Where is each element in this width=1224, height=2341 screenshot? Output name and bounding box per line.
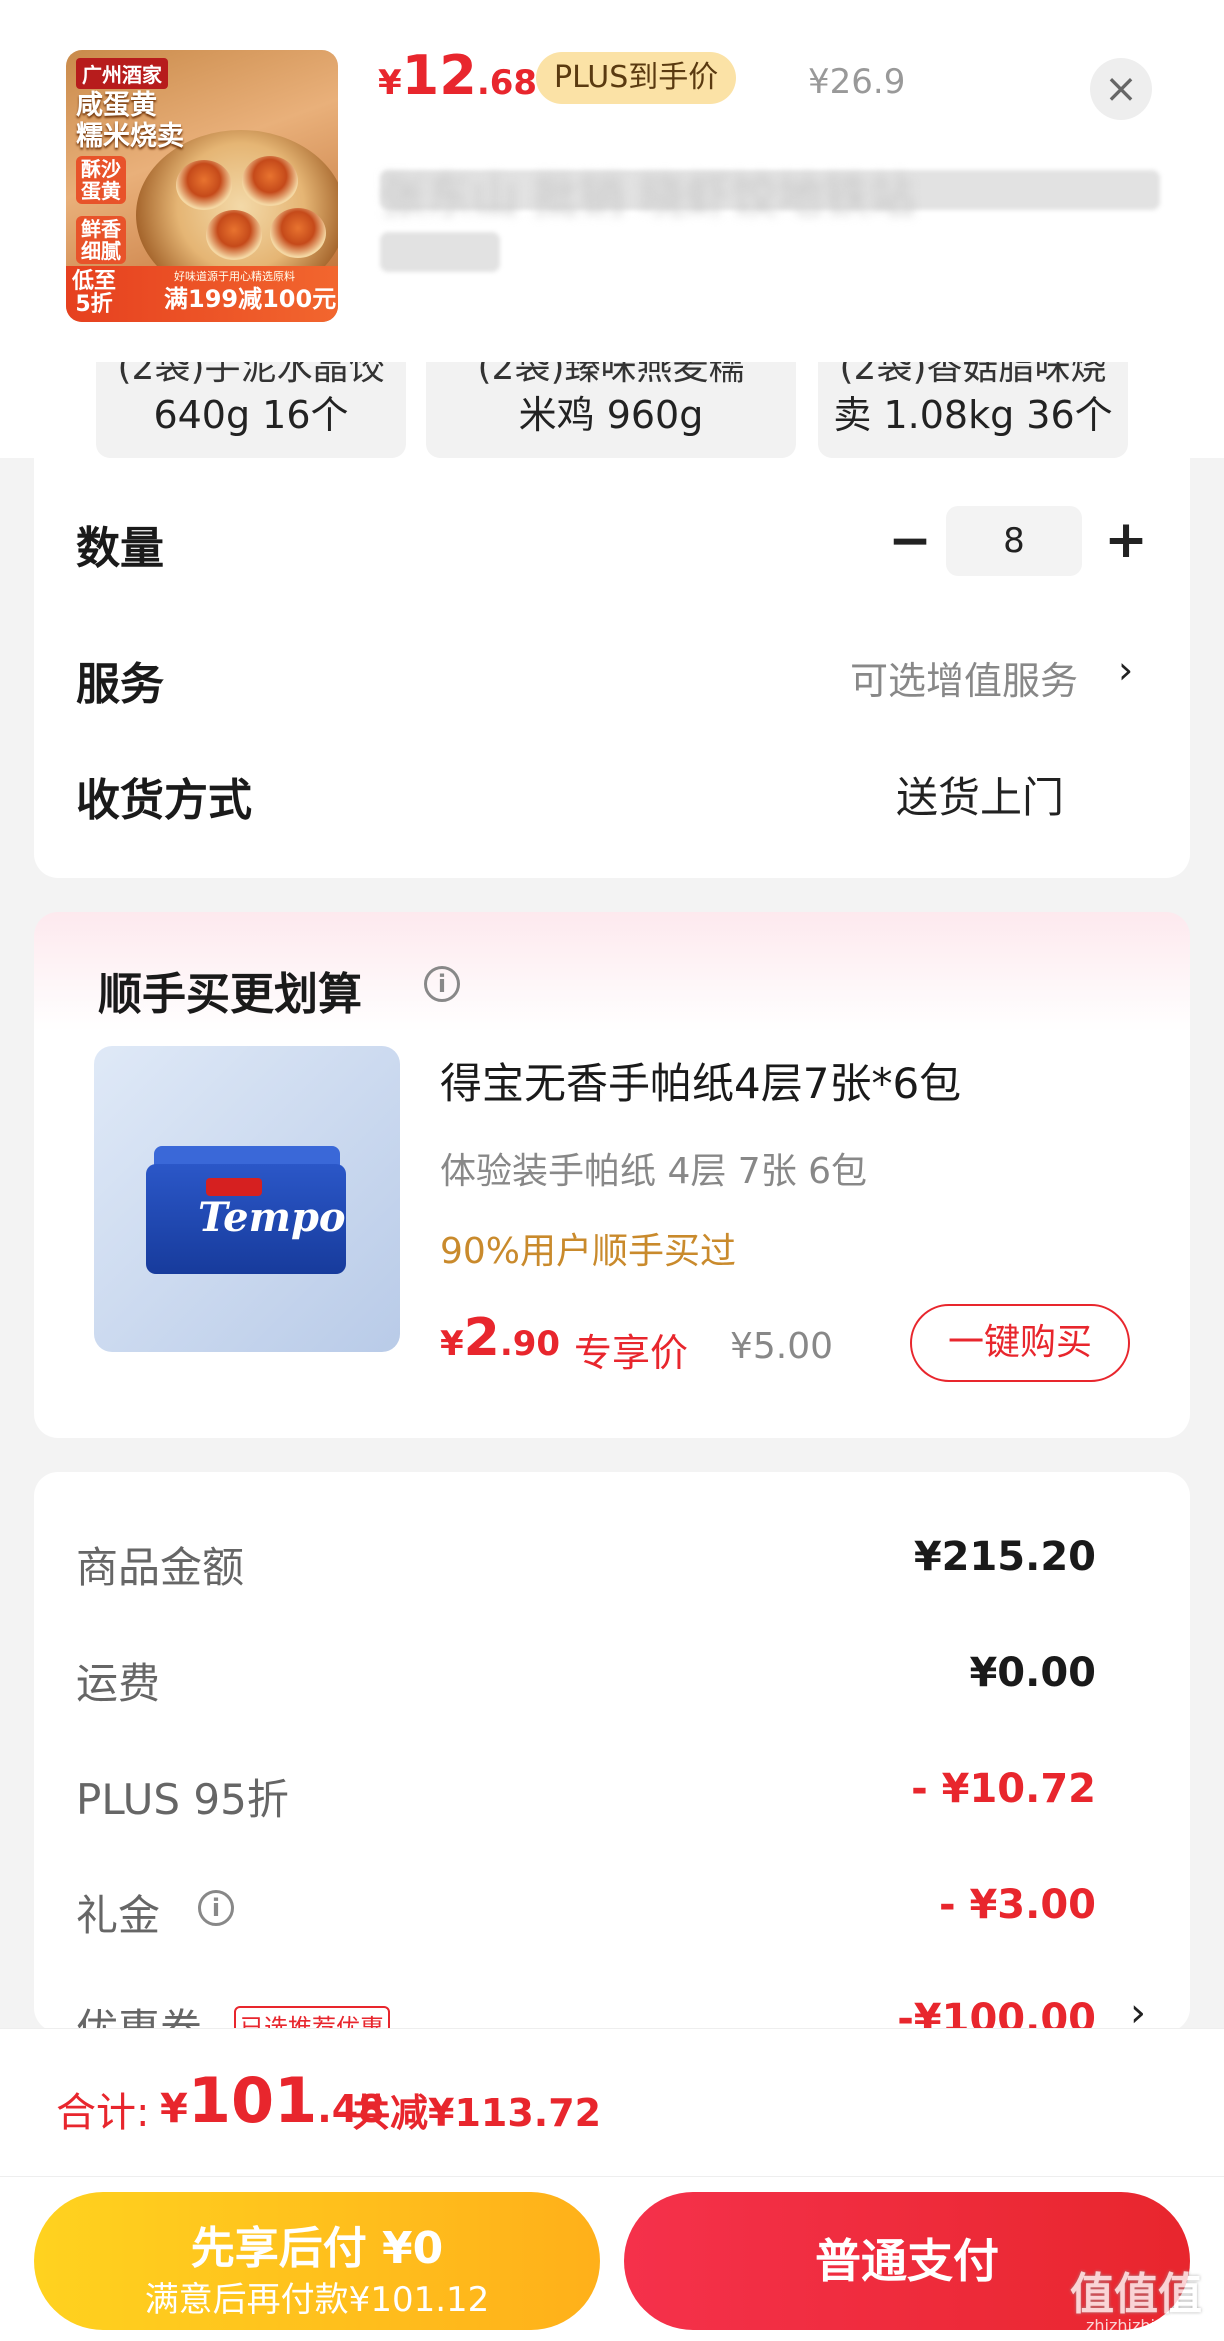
info-icon[interactable]: i [424, 966, 460, 1002]
summary-value-gift-money: - ¥3.00 [938, 1882, 1096, 1928]
thumb-tag: 鲜香 细腻 [76, 216, 126, 264]
delivery-method[interactable]: 送货上门 [896, 764, 1064, 825]
addon-title: 顺手买更划算 [98, 969, 362, 1020]
shumai-image [242, 156, 298, 206]
service-label: 服务 [76, 659, 164, 710]
service-selector[interactable]: 可选增值服务 [850, 650, 1078, 705]
addon-exclusive-label: 专享价 [574, 1331, 689, 1375]
info-icon[interactable]: i [198, 1890, 234, 1926]
product-header: 广州酒家 咸蛋黄 糯米烧卖 酥沙 蛋黄 鲜香 细腻 好味道源于用心精选原料 低至… [0, 0, 1224, 362]
one-click-buy-button[interactable]: 一键购买 [910, 1304, 1130, 1382]
thumb-title-line1: 咸蛋黄 [76, 90, 157, 121]
price-integer: 2 [463, 1308, 500, 1368]
summary-label-subtotal: 商品金额 [76, 1543, 245, 1592]
site-watermark: 值值值 [1070, 2269, 1202, 2320]
thumb-tag-line2: 细腻 [81, 239, 121, 263]
variant-line2: 640g 16个 [153, 393, 349, 437]
summary-value-subtotal: ¥215.20 [913, 1534, 1096, 1580]
total-integer: 101 [187, 2064, 318, 2137]
summary-value-plus-discount: - ¥10.72 [911, 1766, 1096, 1812]
pay-later-title: 先享后付 ¥0 [190, 2223, 444, 2274]
price-decimal: .90 [499, 1324, 561, 1364]
addon-product-image[interactable]: Tempo [94, 1046, 400, 1352]
tissue-brand-logo: Tempo [198, 1194, 346, 1241]
unit-price: ¥12.68 [378, 44, 537, 107]
site-watermark-domain: zhizhizhi.com [1086, 2316, 1195, 2335]
summary-label-gift-money: 礼金 [76, 1891, 161, 1940]
total-label: 合计: [56, 2090, 150, 2136]
blur-bar [380, 232, 500, 272]
price-integer: 12 [401, 44, 477, 107]
total-amount: ¥101.48 [160, 2064, 385, 2137]
delivery-label: 收货方式 [76, 775, 252, 826]
thumb-tag-line1: 鲜香 [81, 217, 121, 241]
variant-option[interactable]: (2袋)臻味燕麦糯 米鸡 960g [426, 362, 796, 458]
variant-line2: 米鸡 960g [518, 393, 704, 437]
price-currency: ¥ [378, 63, 402, 103]
addon-original-price: ¥5.00 [730, 1326, 834, 1367]
addon-product-spec: 体验装手帕纸 4层 7张 6包 [440, 1151, 868, 1192]
brand-logo: 广州酒家 [76, 58, 168, 89]
plus-price-badge: PLUS到手价 [536, 52, 737, 104]
total-currency: ¥ [160, 2086, 188, 2132]
close-icon[interactable]: × [1090, 58, 1152, 120]
original-price: ¥26.9 [808, 62, 906, 102]
thumb-discount-line2: 5折 [75, 291, 113, 317]
pay-later-subtitle: 满意后再付款¥101.12 [144, 2280, 490, 2320]
thumb-discount-line1: 低至 [72, 268, 117, 294]
footer-divider [0, 2176, 1224, 2177]
thumb-discount: 低至 5折 [72, 270, 116, 316]
product-thumbnail[interactable]: 广州酒家 咸蛋黄 糯米烧卖 酥沙 蛋黄 鲜香 细腻 好味道源于用心精选原料 低至… [66, 50, 338, 322]
thumb-title: 咸蛋黄 糯米烧卖 [76, 90, 184, 152]
total-saved[interactable]: 共减¥113.72 [352, 2082, 601, 2137]
pay-later-button[interactable]: 先享后付 ¥0 满意后再付款¥101.12 [34, 2192, 600, 2330]
variant-strip: (2袋)手泥水晶饺 640g 16个 (2袋)臻味燕麦糯 米鸡 960g (2袋… [0, 362, 1224, 458]
summary-label-shipping: 运费 [76, 1659, 161, 1708]
product-name-blurred: 张东山 批销 晓虾饺地铁站 [380, 160, 1170, 280]
summary-value-shipping: ¥0.00 [969, 1650, 1096, 1696]
shumai-image [270, 208, 326, 258]
thumb-title-line2: 糯米烧卖 [76, 121, 184, 153]
variant-line2: 卖 1.08kg 36个 [833, 393, 1113, 437]
quantity-input[interactable]: 8 [946, 506, 1082, 576]
addon-product-name[interactable]: 得宝无香手帕纸4层7张*6包 [440, 1050, 961, 1111]
checkout-sheet: 广州酒家 咸蛋黄 糯米烧卖 酥沙 蛋黄 鲜香 细腻 好味道源于用心精选原料 低至… [0, 0, 1224, 2341]
price-currency: ¥ [440, 1324, 464, 1364]
price-decimal: .68 [476, 63, 538, 103]
quantity-increase-button[interactable]: + [1096, 512, 1156, 572]
shumai-image [176, 160, 232, 210]
summary-label-plus-discount: PLUS 95折 [76, 1775, 289, 1824]
variant-option[interactable]: (2袋)香菇脂味烧 卖 1.08kg 36个 [818, 362, 1128, 458]
quantity-decrease-button[interactable]: − [882, 515, 938, 572]
thumb-tag-line2: 蛋黄 [81, 179, 121, 203]
quantity-label: 数量 [76, 523, 164, 574]
thumb-promo: 满199减100元 [164, 285, 337, 313]
product-name-text: 张东山 批销 晓虾饺地铁站 [380, 169, 916, 223]
thumb-tag-line1: 酥沙 [81, 157, 121, 181]
thumb-tag: 酥沙 蛋黄 [76, 156, 126, 204]
addon-popularity: 90%用户顺手买过 [440, 1231, 737, 1272]
chevron-right-icon[interactable]: › [1118, 648, 1133, 692]
shumai-image [206, 210, 262, 260]
addon-price: ¥2.90 [440, 1308, 560, 1368]
variant-option[interactable]: (2袋)手泥水晶饺 640g 16个 [96, 362, 406, 458]
